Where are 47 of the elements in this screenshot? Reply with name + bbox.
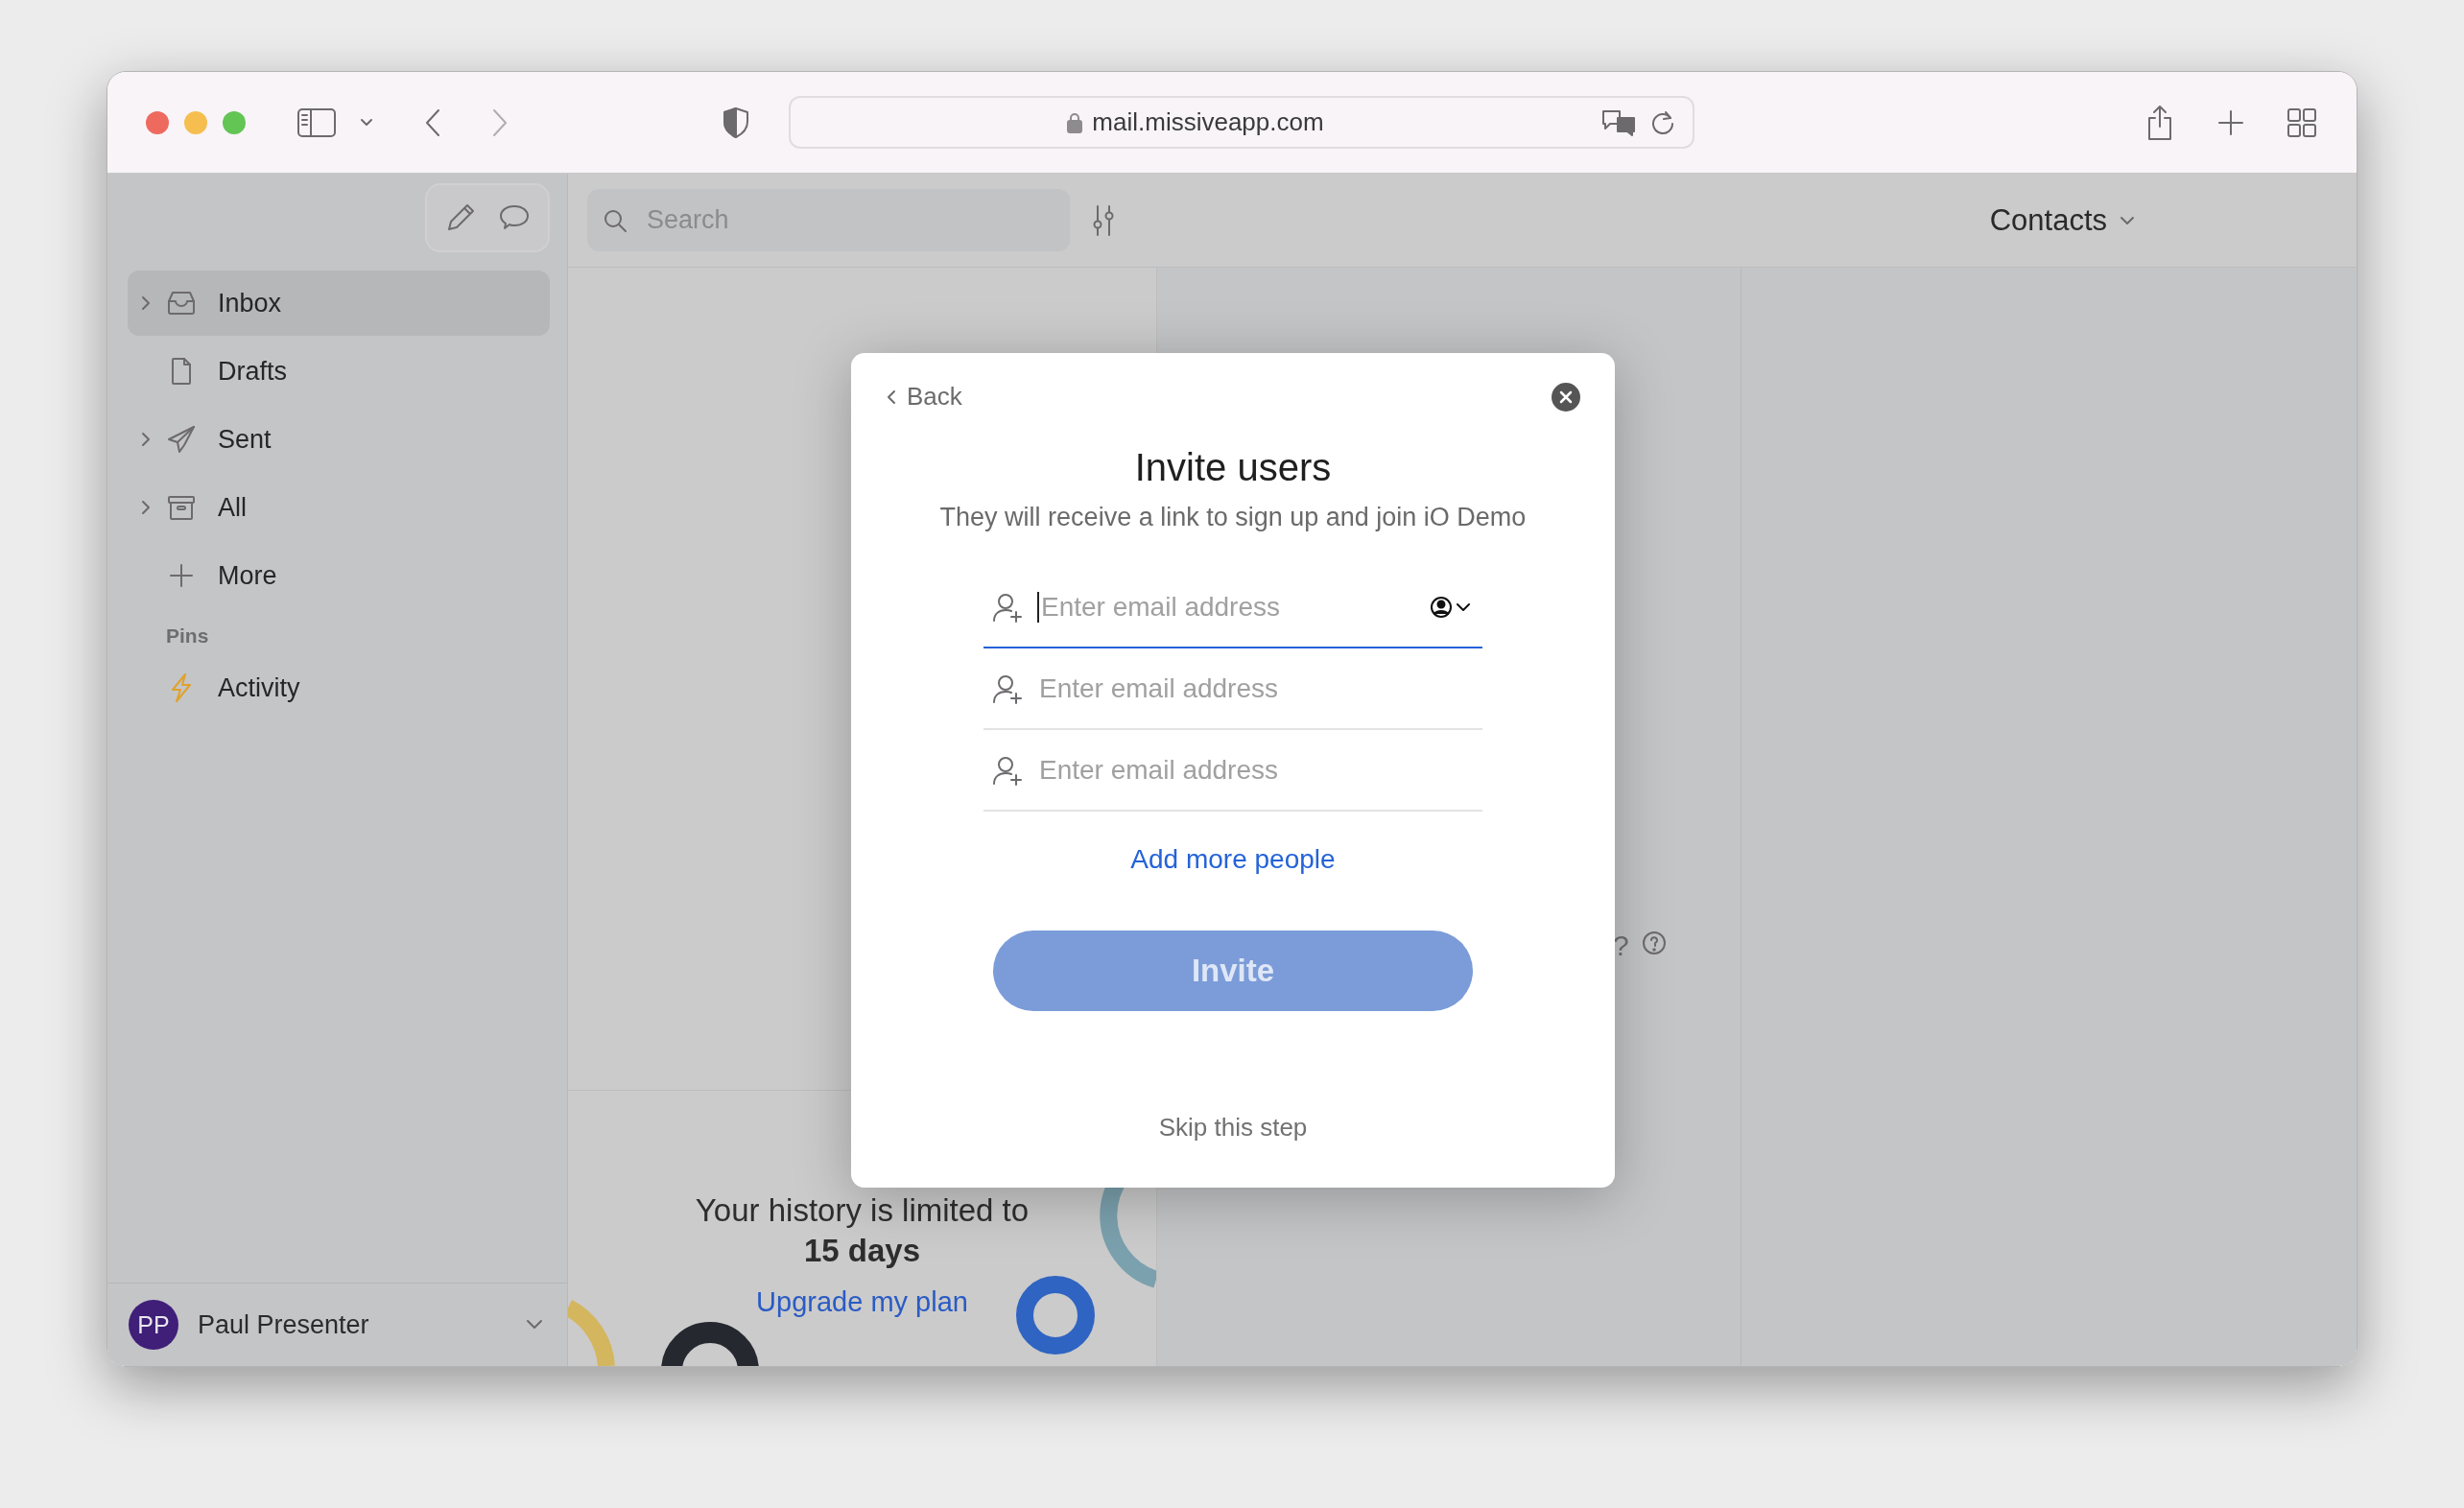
back-button[interactable]: Back bbox=[886, 382, 962, 412]
shield-icon[interactable] bbox=[722, 106, 750, 139]
sidebar-item[interactable]: Activity bbox=[128, 655, 550, 720]
add-more-people-link[interactable]: Add more people bbox=[1130, 844, 1336, 875]
upgrade-link[interactable]: Upgrade my plan bbox=[756, 1286, 968, 1318]
history-limit-days: 15 days bbox=[803, 1233, 921, 1269]
search-icon bbox=[603, 207, 628, 233]
sidebar-item[interactable]: Inbox bbox=[128, 271, 550, 336]
search-field[interactable]: Search bbox=[645, 204, 1032, 236]
chevron-down-icon[interactable] bbox=[525, 1318, 544, 1331]
address-bar[interactable]: mail.missiveapp.com bbox=[789, 96, 1694, 149]
account-switcher[interactable]: PP Paul Presenter bbox=[107, 1283, 567, 1366]
paper-plane-icon bbox=[166, 424, 197, 455]
plus-icon[interactable] bbox=[2216, 107, 2245, 137]
lock-icon bbox=[1067, 111, 1083, 133]
avatar: PP bbox=[129, 1300, 178, 1350]
chevron-down-icon bbox=[2119, 214, 2136, 226]
view-dropdown[interactable]: Contacts bbox=[1989, 202, 2136, 238]
email-field[interactable]: Enter email address bbox=[1037, 753, 1475, 787]
user-name: Paul Presenter bbox=[198, 1309, 370, 1340]
tab-overview-icon[interactable] bbox=[2286, 106, 2318, 139]
dialog-subtitle: They will receive a link to sign up and join iO Demo bbox=[939, 503, 1527, 532]
share-icon[interactable] bbox=[2145, 103, 2174, 142]
sidebar-toggle-icon[interactable] bbox=[296, 106, 338, 139]
dialog-title: Invite users bbox=[1134, 446, 1332, 489]
section-heading: Pins bbox=[165, 624, 210, 648]
skip-step-button[interactable]: Skip this step bbox=[1158, 1113, 1308, 1143]
url-text: mail.missiveapp.com bbox=[1092, 107, 1324, 137]
chevron-down-icon[interactable] bbox=[359, 116, 374, 129]
close-window-button[interactable] bbox=[146, 110, 169, 134]
filter-sliders-icon[interactable] bbox=[1091, 202, 1116, 238]
chevron-left-icon bbox=[886, 388, 897, 406]
close-button[interactable] bbox=[1552, 382, 1580, 412]
history-limit-message: Your history is limited to bbox=[695, 1192, 1030, 1229]
sidebar-item[interactable]: Sent bbox=[128, 407, 550, 472]
help-text: ? bbox=[1613, 930, 1629, 962]
sidebar-item[interactable]: Drafts bbox=[128, 339, 550, 404]
reload-icon[interactable] bbox=[1650, 108, 1675, 136]
sidebar-item[interactable]: More bbox=[128, 543, 550, 608]
translate-icon[interactable] bbox=[1600, 107, 1637, 137]
help-icon[interactable] bbox=[1640, 930, 1668, 956]
search-bar[interactable]: Search bbox=[587, 189, 1070, 251]
sidebar-item[interactable]: All bbox=[128, 475, 550, 540]
email-field[interactable]: Enter email address bbox=[1037, 672, 1475, 705]
close-icon bbox=[1552, 382, 1580, 412]
email-field[interactable]: Enter email address bbox=[1039, 590, 1415, 624]
zoom-window-button[interactable] bbox=[223, 110, 246, 134]
